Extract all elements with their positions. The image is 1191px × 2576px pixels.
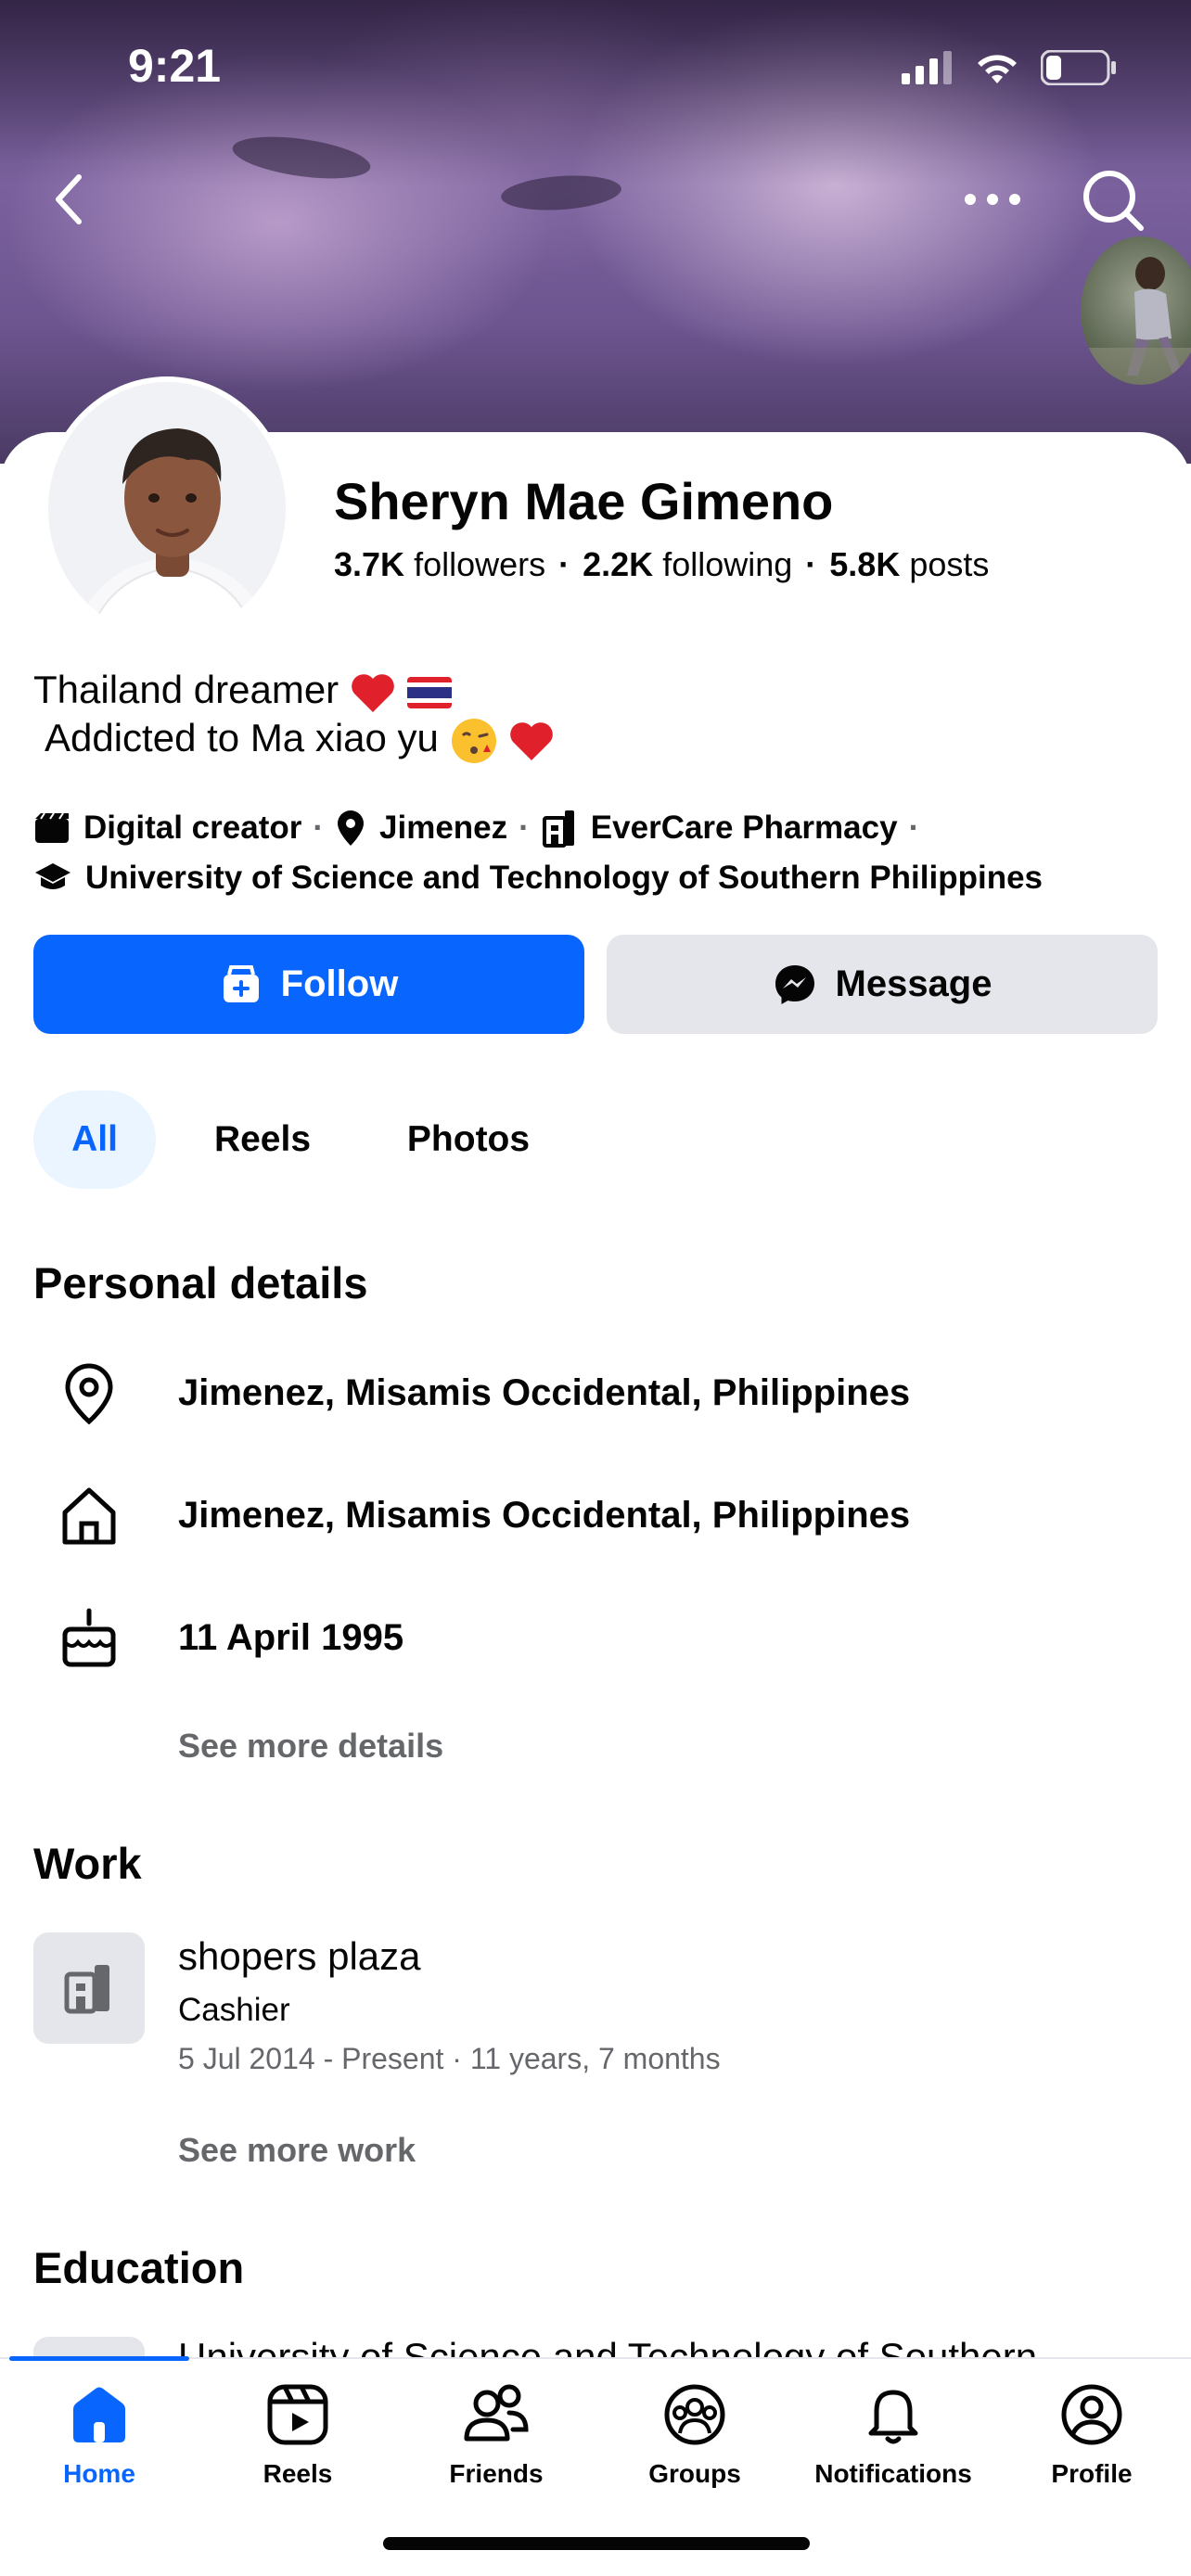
back-arrow-icon xyxy=(56,174,82,224)
work-icon xyxy=(33,1932,145,2044)
tab-profile[interactable]: Profile xyxy=(992,2381,1191,2489)
intro-category: Digital creator xyxy=(83,810,302,846)
tab-friends[interactable]: Friends xyxy=(397,2381,596,2489)
clapperboard-icon xyxy=(35,812,69,843)
red-heart-icon xyxy=(352,674,394,712)
hometown-row[interactable]: Jimenez, Misamis Occidental, Philippines xyxy=(52,1484,910,1549)
current-city-text: Jimenez, Misamis Occidental, Philippines xyxy=(178,1372,911,1413)
red-heart-icon xyxy=(510,722,554,760)
bio-line-2: Addicted to Ma xiao yu xyxy=(45,716,439,759)
following-link[interactable]: 2.2K following xyxy=(583,545,792,583)
friends-icon xyxy=(464,2384,529,2442)
battery-icon xyxy=(1041,50,1116,85)
kissing-face-icon xyxy=(451,718,496,763)
signal-icon xyxy=(902,51,952,84)
follow-icon xyxy=(223,964,259,1002)
followers-link[interactable]: 3.7K followers xyxy=(334,545,545,583)
reels-icon xyxy=(267,2384,328,2445)
building-icon xyxy=(542,810,574,848)
personal-details-title: Personal details xyxy=(33,1258,368,1307)
tab-reels[interactable]: Reels xyxy=(186,1090,339,1189)
intro-workplace[interactable]: EverCare Pharmacy xyxy=(591,803,898,853)
tab-groups[interactable]: Groups xyxy=(596,2381,794,2489)
profile-bio: Thailand dreamer Addicted to Ma xiao yu xyxy=(33,666,555,765)
message-button[interactable]: Message xyxy=(607,935,1158,1034)
tab-home[interactable]: Home xyxy=(0,2381,198,2489)
education-title: Education xyxy=(33,2243,245,2292)
birthday-text: 11 April 1995 xyxy=(178,1617,404,1658)
building-icon xyxy=(64,1965,109,2014)
profile-name: Sheryn Mae Gimeno xyxy=(334,472,834,530)
tab-photos[interactable]: Photos xyxy=(380,1090,557,1189)
story-thumbnail[interactable] xyxy=(1081,236,1191,385)
avatar[interactable] xyxy=(43,376,291,642)
see-more-details-link[interactable]: See more details xyxy=(178,1727,443,1766)
profile-stats: 3.7K followers · 2.2K following · 5.8K posts xyxy=(334,545,990,583)
messenger-icon xyxy=(775,964,814,1004)
home-icon xyxy=(62,1487,116,1545)
thailand-flag-icon xyxy=(406,676,452,708)
search-icon xyxy=(1083,171,1144,231)
back-button[interactable] xyxy=(37,167,102,232)
current-city-row[interactable]: Jimenez, Misamis Occidental, Philippines xyxy=(52,1361,910,1426)
more-button[interactable] xyxy=(955,167,1030,232)
birthday-cake-icon xyxy=(62,1608,116,1667)
bio-line-1: Thailand dreamer xyxy=(33,668,350,711)
status-icons xyxy=(902,50,1117,85)
tab-notifications[interactable]: Notifications xyxy=(794,2381,992,2489)
wifi-icon xyxy=(978,55,1017,83)
more-icon xyxy=(965,194,1020,205)
birthday-row: 11 April 1995 xyxy=(52,1606,403,1671)
groups-icon xyxy=(664,2384,725,2445)
message-label: Message xyxy=(835,963,992,1004)
work-position: Cashier xyxy=(178,1992,290,2028)
intro-school[interactable]: University of Science and Technology of … xyxy=(85,853,1043,903)
profile-icon xyxy=(1061,2384,1122,2445)
bell-icon xyxy=(868,2390,918,2444)
home-icon xyxy=(73,2387,125,2442)
tab-all[interactable]: All xyxy=(33,1090,156,1189)
hometown-text: Jimenez, Misamis Occidental, Philippines xyxy=(178,1495,911,1536)
status-time: 9:21 xyxy=(128,40,222,92)
scroll-progress-indicator xyxy=(9,2356,189,2361)
follow-label: Follow xyxy=(280,963,399,1004)
posts-count: 5.8K posts xyxy=(829,545,990,583)
location-pin-icon xyxy=(65,1363,113,1425)
work-dates: 5 Jul 2014 - Present · 11 years, 7 month… xyxy=(178,2042,721,2075)
work-title: Work xyxy=(33,1839,142,1888)
follow-button[interactable]: Follow xyxy=(33,935,584,1034)
intro-location[interactable]: Jimenez xyxy=(379,803,507,853)
graduation-cap-icon xyxy=(35,863,70,889)
home-indicator xyxy=(383,2537,810,2550)
work-employer[interactable]: shopers plaza xyxy=(178,1934,421,1979)
see-more-work-link[interactable]: See more work xyxy=(178,2131,416,2170)
location-pin-icon xyxy=(338,810,365,846)
tab-reels-nav[interactable]: Reels xyxy=(198,2381,397,2489)
profile-intro: Digital creator · Jimenez · EverCare Pharm… xyxy=(33,803,1043,903)
search-button[interactable] xyxy=(1076,163,1150,237)
